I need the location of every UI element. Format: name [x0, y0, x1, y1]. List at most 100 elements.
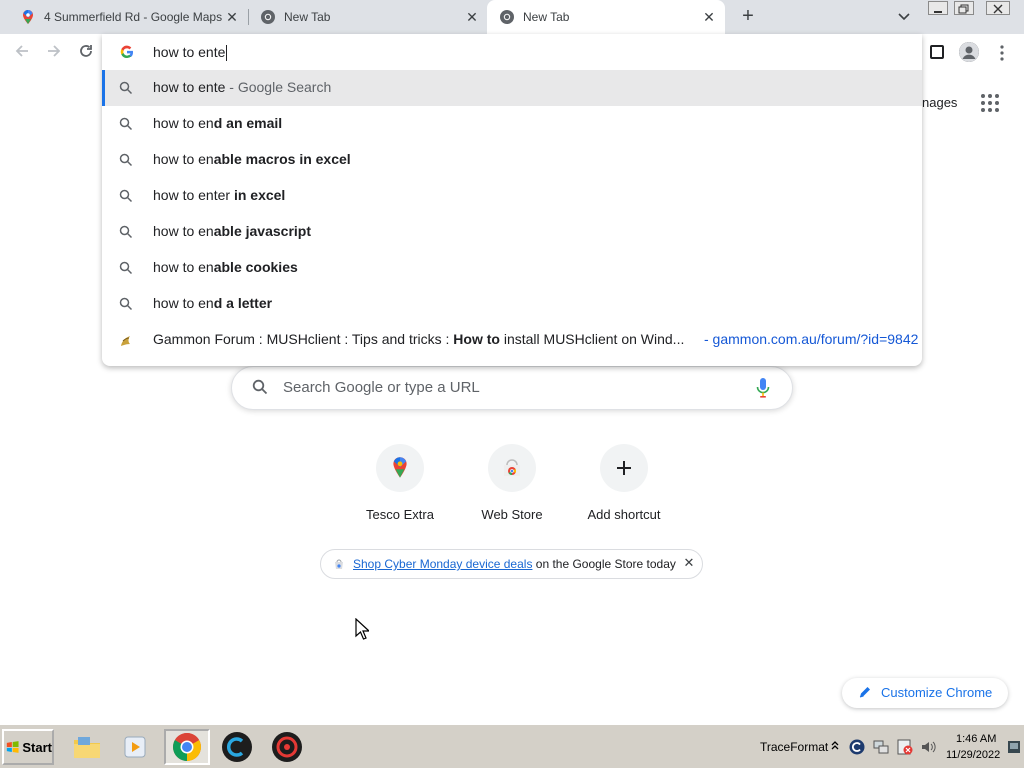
notification-tray-icon[interactable]	[1006, 739, 1022, 755]
tab-title: 4 Summerfield Rd - Google Maps	[44, 10, 223, 24]
history-title-pre: Gammon Forum : MUSHclient : Tips and tri…	[153, 331, 454, 347]
red-gear-app-icon	[272, 732, 302, 762]
suggestion-completion: d a letter	[213, 295, 273, 311]
history-url: - gammon.com.au/forum/?id=9842	[704, 331, 919, 347]
shortcut-label: Tesco Extra	[366, 507, 434, 522]
microphone-icon[interactable]	[755, 377, 771, 399]
close-tab-icon[interactable]: ✕	[464, 9, 480, 25]
close-promo-icon[interactable]: ✕	[683, 556, 695, 570]
images-link[interactable]: nages	[922, 95, 957, 110]
profile-avatar-icon[interactable]	[959, 42, 979, 62]
suggestion-row[interactable]: how to enable cookies	[102, 250, 922, 286]
taskbar-media-player[interactable]	[118, 730, 152, 764]
taskbar-chrome[interactable]	[164, 729, 210, 765]
suggestion-prefix: how to enter	[153, 187, 231, 203]
suggestion-text: how to enable macros in excel	[153, 151, 351, 167]
suggestion-completion: d an email	[213, 115, 283, 131]
mushclient-favicon-icon	[121, 336, 130, 346]
history-title-post: install MUSHclient on Wind...	[499, 331, 685, 347]
suggestion-suffix: - Google Search	[225, 79, 332, 95]
suggestion-prefix: how to ente	[153, 79, 226, 95]
new-tab-button[interactable]: +	[738, 6, 758, 27]
clock-time[interactable]: 1:46 AM	[956, 733, 996, 745]
tab-google-maps[interactable]: 4 Summerfield Rd - Google Maps ✕	[0, 0, 248, 34]
shortcut-label: Web Store	[481, 507, 543, 522]
promo-rest: on the Google Store today	[532, 557, 676, 571]
start-button[interactable]: Start	[2, 729, 54, 765]
tab-search-chevron-icon[interactable]	[896, 9, 912, 25]
back-button[interactable]	[12, 43, 32, 63]
tray-traceformat-label[interactable]: TraceFormat	[760, 740, 828, 754]
chrome-web-store-icon	[504, 459, 520, 476]
restore-button[interactable]	[954, 1, 974, 15]
suggestion-text: how to ente - Google Search	[153, 79, 331, 95]
google-apps-icon[interactable]	[981, 94, 999, 112]
shortcut-icon-tile	[376, 444, 424, 492]
side-panel-icon[interactable]	[930, 45, 944, 59]
omnibox-value: how to ente	[153, 44, 226, 60]
chrome-icon	[173, 733, 201, 761]
google-store-icon	[335, 559, 343, 569]
tab-title: New Tab	[523, 10, 570, 24]
network-tray-icon[interactable]	[873, 739, 889, 755]
security-alert-tray-icon[interactable]	[897, 739, 913, 755]
suggestion-prefix: how to en	[153, 259, 214, 275]
history-title-match: How to	[453, 331, 500, 347]
search-placeholder: Search Google or type a URL	[283, 379, 480, 396]
suggestion-row[interactable]: how to ente - Google Search	[102, 70, 922, 106]
shortcut-label: Add shortcut	[587, 507, 661, 522]
suggestion-completion: able javascript	[213, 223, 311, 239]
close-tab-icon[interactable]: ✕	[701, 9, 717, 25]
start-label: Start	[22, 739, 52, 755]
tab-new-tab-1[interactable]: New Tab ✕	[240, 0, 488, 34]
windows-logo-icon	[6, 741, 19, 753]
search-icon	[252, 379, 268, 395]
shortcut-icon-tile	[488, 444, 536, 492]
tab-new-tab-active[interactable]: New Tab ✕	[487, 0, 725, 34]
taskbar-ccleaner[interactable]	[220, 730, 254, 764]
suggestion-row[interactable]: how to enable javascript	[102, 214, 922, 250]
search-icon	[119, 117, 133, 131]
volume-tray-icon[interactable]	[920, 739, 936, 755]
add-shortcut-button[interactable]: Add shortcut	[568, 442, 680, 532]
suggestion-text: Gammon Forum : MUSHclient : Tips and tri…	[153, 331, 684, 347]
omnibox-input[interactable]: how to ente	[153, 43, 228, 62]
search-icon	[119, 297, 133, 311]
search-icon	[119, 81, 133, 95]
reload-button[interactable]	[76, 43, 96, 63]
minimize-button[interactable]	[928, 1, 948, 15]
chrome-menu-icon[interactable]	[996, 44, 1008, 62]
suggestion-prefix: how to en	[153, 115, 214, 131]
mouse-cursor-icon	[355, 618, 369, 640]
shortcut-tesco-extra[interactable]: Tesco Extra	[344, 442, 456, 532]
chrome-icon	[500, 10, 514, 24]
taskbar-file-explorer[interactable]	[70, 730, 104, 764]
taskbar-red-app[interactable]	[270, 730, 304, 764]
history-suggestion-row[interactable]: Gammon Forum : MUSHclient : Tips and tri…	[102, 322, 922, 358]
show-hidden-icons-chevron-icon[interactable]	[830, 738, 840, 754]
search-icon	[119, 261, 133, 275]
ccleaner-icon	[222, 732, 252, 762]
suggestion-row[interactable]: how to enter in excel	[102, 178, 922, 214]
customize-chrome-label: Customize Chrome	[881, 685, 993, 700]
folder-icon	[74, 737, 100, 758]
clock-date[interactable]: 11/29/2022	[946, 749, 1000, 761]
close-tab-icon[interactable]: ✕	[224, 9, 240, 25]
suggestion-prefix: how to en	[153, 223, 214, 239]
promo-text: Shop Cyber Monday device deals on the Go…	[353, 557, 676, 571]
forward-button[interactable]	[44, 43, 64, 63]
suggestion-row[interactable]: how to end a letter	[102, 286, 922, 322]
suggestion-prefix: how to en	[153, 295, 214, 311]
suggestion-row[interactable]: how to enable macros in excel	[102, 142, 922, 178]
taskbar	[0, 724, 1024, 768]
ccleaner-tray-icon[interactable]	[849, 739, 865, 755]
close-window-button[interactable]	[986, 1, 1010, 15]
suggestion-text: how to end a letter	[153, 295, 272, 311]
promo-link[interactable]: Shop Cyber Monday device deals	[353, 557, 532, 571]
shortcut-web-store[interactable]: Web Store	[456, 442, 568, 532]
shortcut-icon-tile	[600, 444, 648, 492]
suggestion-completion: in excel	[230, 187, 286, 203]
plus-icon	[617, 461, 631, 475]
pencil-icon	[859, 687, 870, 698]
suggestion-row[interactable]: how to end an email	[102, 106, 922, 142]
